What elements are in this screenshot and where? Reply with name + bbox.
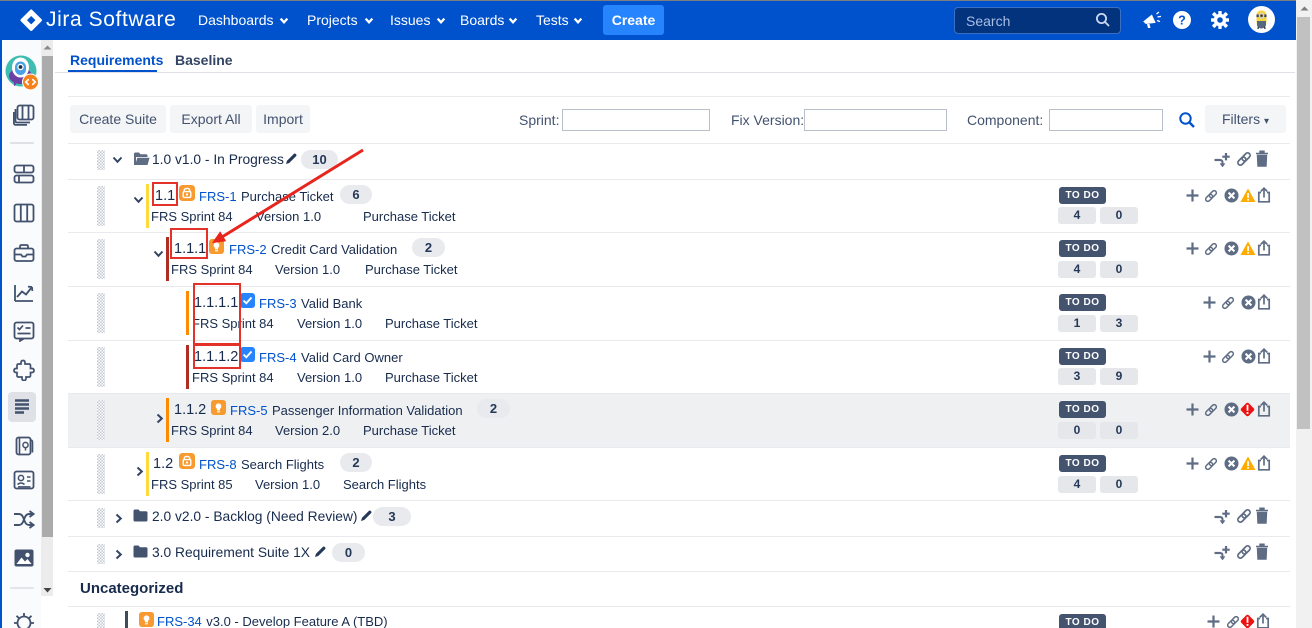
svg-text:?: ? xyxy=(1178,13,1186,27)
